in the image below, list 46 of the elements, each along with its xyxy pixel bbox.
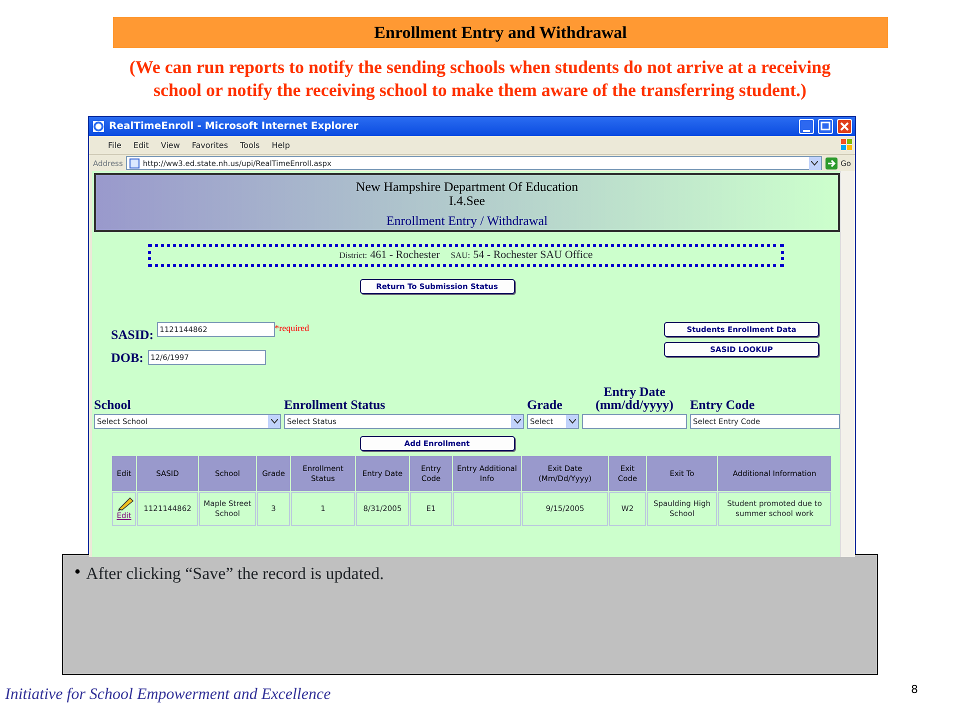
subtitle-line: school or notify the receiving school to make them aware of the transferring student.) xyxy=(152,79,808,102)
page-number: 8 xyxy=(911,683,918,698)
caret-icon xyxy=(514,419,520,424)
sasid-label: SASID: xyxy=(111,326,154,344)
filter-label: Entry Code xyxy=(690,398,755,411)
menu-item[interactable]: Favorites xyxy=(186,140,234,150)
header-line: New Hampshire Department Of Education xyxy=(354,180,580,194)
filter-label: Grade xyxy=(527,398,562,411)
filter-label: Enrollment Status xyxy=(284,398,386,411)
menu-item[interactable]: View xyxy=(156,140,185,150)
filter-label: School xyxy=(94,398,131,411)
pencil-icon xyxy=(116,497,134,511)
menu-item[interactable]: Edit xyxy=(128,140,154,150)
caret-icon xyxy=(811,160,818,166)
minimize-icon xyxy=(803,130,810,132)
header-line: I.4.See xyxy=(448,194,486,208)
slide-title: Enrollment Entry and Withdrawal xyxy=(113,17,888,48)
page-icon xyxy=(128,158,140,168)
window-title: RealTimeEnroll - Microsoft Internet Explorer xyxy=(109,121,360,132)
go-arrow-icon xyxy=(824,156,838,170)
page-title: Enrollment Entry / Withdrawal xyxy=(385,214,549,228)
ie-icon xyxy=(92,120,105,133)
sau-value: 54 - Rochester SAU Office xyxy=(473,248,593,264)
windows-logo-icon xyxy=(839,138,855,152)
minimize-button[interactable] xyxy=(799,119,814,134)
maximize-button[interactable] xyxy=(818,119,833,134)
footer-text: Initiative for School Empowerment and Excellence xyxy=(5,685,331,705)
close-button[interactable] xyxy=(837,119,852,134)
caret-icon xyxy=(270,419,278,424)
dob-label: DOB: xyxy=(111,348,144,366)
close-icon xyxy=(838,120,851,133)
sau-label: SAU: xyxy=(450,249,470,262)
menu-item[interactable]: Tools xyxy=(235,140,265,150)
maximize-icon xyxy=(819,120,832,133)
subtitle-line: (We can run reports to notify the sending schools when students do not arrive at a receiving xyxy=(128,56,832,79)
required-note: *required xyxy=(274,322,310,335)
menu-item[interactable]: File xyxy=(103,140,126,150)
dropdown-button[interactable] xyxy=(808,156,821,170)
filter-label: Entry Date (mm/dd/yyyy) xyxy=(594,385,674,411)
menu-item[interactable]: Help xyxy=(266,140,295,150)
bullet-icon xyxy=(75,569,80,574)
district-value: 461 - Rochester xyxy=(370,248,440,264)
caret-icon xyxy=(568,419,576,424)
input-field[interactable] xyxy=(582,414,687,429)
district-label: District: xyxy=(339,249,368,262)
note-text: After clicking “Save” the record is updated. xyxy=(86,563,384,585)
